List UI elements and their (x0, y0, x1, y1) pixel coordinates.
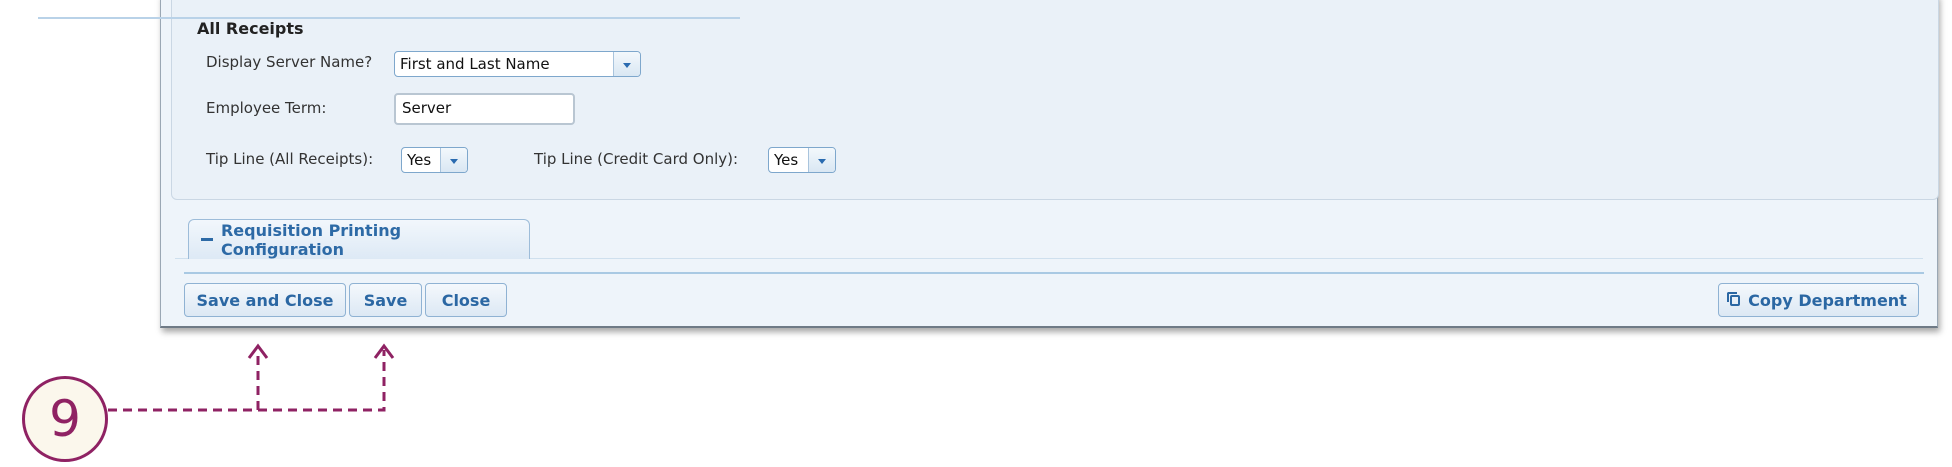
callout-line-to-save (108, 350, 386, 412)
tip-line-cc-label: Tip Line (Credit Card Only): (534, 150, 739, 168)
section-divider (38, 17, 740, 19)
tip-line-all-label: Tip Line (All Receipts): (206, 150, 374, 168)
employee-term-label: Employee Term: (206, 99, 327, 117)
minus-icon (201, 238, 213, 241)
tip-line-all-select[interactable]: Yes (401, 147, 468, 173)
employee-term-input[interactable]: Server (394, 93, 575, 125)
display-server-name-value: First and Last Name (400, 55, 550, 73)
chevron-down-icon[interactable] (440, 148, 467, 172)
save-button[interactable]: Save (349, 283, 422, 317)
arrow-up-icon (373, 343, 395, 359)
copy-department-button[interactable]: Copy Department (1718, 283, 1919, 317)
toolbar-divider (184, 272, 1924, 274)
tip-line-cc-select[interactable]: Yes (768, 147, 836, 173)
step-callout-badge: 9 (22, 376, 108, 462)
arrow-up-icon (247, 343, 269, 359)
tab-label: Requisition Printing Configuration (220, 220, 402, 259)
all-receipts-title: All Receipts (197, 19, 304, 38)
copy-icon (1727, 291, 1741, 306)
display-server-name-select[interactable]: First and Last Name (394, 51, 641, 77)
display-server-name-label: Display Server Name? (206, 53, 373, 71)
save-and-close-button[interactable]: Save and Close (184, 283, 346, 317)
tip-line-cc-value: Yes (774, 151, 799, 169)
chevron-down-icon[interactable] (613, 52, 640, 76)
tip-line-all-value: Yes (407, 151, 432, 169)
copy-department-label: Copy Department (1748, 290, 1907, 310)
close-button[interactable]: Close (425, 283, 507, 317)
chevron-down-icon[interactable] (808, 148, 835, 172)
tab-requisition-printing-configuration[interactable]: Requisition Printing Configuration (188, 219, 530, 259)
